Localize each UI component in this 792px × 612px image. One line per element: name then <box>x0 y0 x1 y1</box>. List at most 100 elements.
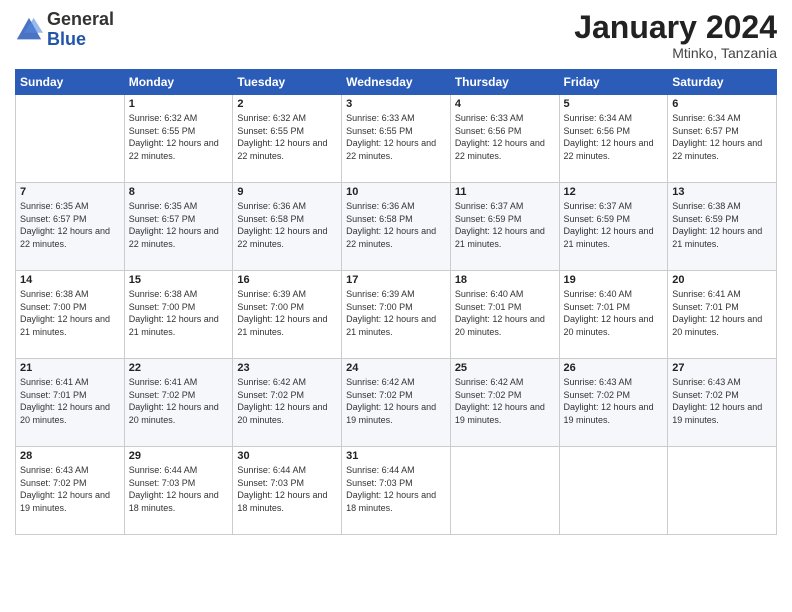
calendar-cell: 14 Sunrise: 6:38 AM Sunset: 7:00 PM Dayli… <box>16 271 125 359</box>
calendar-cell: 25 Sunrise: 6:42 AM Sunset: 7:02 PM Dayli… <box>450 359 559 447</box>
calendar-cell <box>559 447 668 535</box>
cell-content: Sunrise: 6:42 AM Sunset: 7:02 PM Dayligh… <box>346 376 446 426</box>
calendar-cell: 23Sunrise: 6:42 AM Sunset: 7:02 PM Dayli… <box>233 359 342 447</box>
logo-icon <box>15 16 43 44</box>
calendar-cell: 20Sunrise: 6:41 AM Sunset: 7:01 PM Dayli… <box>668 271 777 359</box>
calendar-week-4: 21 Sunrise: 6:41 AM Sunset: 7:01 PM Dayli… <box>16 359 777 447</box>
month-title: January 2024 <box>574 10 777 45</box>
day-number: 22 <box>129 362 229 374</box>
cell-content: Sunrise: 6:34 AM Sunset: 6:57 PM Dayligh… <box>672 112 772 162</box>
cell-content: Sunrise: 6:39 AM Sunset: 7:00 PM Dayligh… <box>346 288 446 338</box>
day-number: 11 <box>455 186 555 198</box>
day-number: 23 <box>237 362 337 374</box>
cell-content: Sunrise: 6:36 AM Sunset: 6:58 PM Dayligh… <box>237 200 337 250</box>
calendar-cell: 28Sunrise: 6:43 AM Sunset: 7:02 PM Dayli… <box>16 447 125 535</box>
cell-content: Sunrise: 6:41 AM Sunset: 7:01 PM Dayligh… <box>20 376 120 426</box>
day-number: 1 <box>129 98 229 110</box>
logo-general: General <box>47 9 114 29</box>
cell-content: Sunrise: 6:37 AM Sunset: 6:59 PM Dayligh… <box>455 200 555 250</box>
day-number: 4 <box>455 98 555 110</box>
day-number: 8 <box>129 186 229 198</box>
day-number: 25 <box>455 362 555 374</box>
cell-content: Sunrise: 6:34 AM Sunset: 6:56 PM Dayligh… <box>564 112 664 162</box>
calendar-week-5: 28Sunrise: 6:43 AM Sunset: 7:02 PM Dayli… <box>16 447 777 535</box>
logo-text: General Blue <box>47 10 114 50</box>
calendar-cell: 4Sunrise: 6:33 AM Sunset: 6:56 PM Daylig… <box>450 95 559 183</box>
cell-content: Sunrise: 6:36 AM Sunset: 6:58 PM Dayligh… <box>346 200 446 250</box>
cell-content: Sunrise: 6:43 AM Sunset: 7:02 PM Dayligh… <box>672 376 772 426</box>
calendar-cell: 6 Sunrise: 6:34 AM Sunset: 6:57 PM Daylig… <box>668 95 777 183</box>
cell-content: Sunrise: 6:35 AM Sunset: 6:57 PM Dayligh… <box>129 200 229 250</box>
day-number: 15 <box>129 274 229 286</box>
day-number: 21 <box>20 362 120 374</box>
day-number: 17 <box>346 274 446 286</box>
calendar-cell: 17 Sunrise: 6:39 AM Sunset: 7:00 PM Dayli… <box>342 271 451 359</box>
title-block: January 2024 Mtinko, Tanzania <box>574 10 777 61</box>
calendar-cell: 15 Sunrise: 6:38 AM Sunset: 7:00 PM Dayli… <box>124 271 233 359</box>
cell-content: Sunrise: 6:39 AM Sunset: 7:00 PM Dayligh… <box>237 288 337 338</box>
calendar-cell: 19Sunrise: 6:40 AM Sunset: 7:01 PM Dayli… <box>559 271 668 359</box>
calendar-cell: 5 Sunrise: 6:34 AM Sunset: 6:56 PM Daylig… <box>559 95 668 183</box>
cell-content: Sunrise: 6:44 AM Sunset: 7:03 PM Dayligh… <box>346 464 446 514</box>
calendar-cell: 9 Sunrise: 6:36 AM Sunset: 6:58 PM Daylig… <box>233 183 342 271</box>
day-number: 19 <box>564 274 664 286</box>
day-number: 16 <box>237 274 337 286</box>
cell-content: Sunrise: 6:35 AM Sunset: 6:57 PM Dayligh… <box>20 200 120 250</box>
day-number: 6 <box>672 98 772 110</box>
cell-content: Sunrise: 6:42 AM Sunset: 7:02 PM Dayligh… <box>455 376 555 426</box>
calendar-week-2: 7 Sunrise: 6:35 AM Sunset: 6:57 PM Daylig… <box>16 183 777 271</box>
day-number: 27 <box>672 362 772 374</box>
calendar-cell: 10 Sunrise: 6:36 AM Sunset: 6:58 PM Dayli… <box>342 183 451 271</box>
calendar-cell: 22 Sunrise: 6:41 AM Sunset: 7:02 PM Dayli… <box>124 359 233 447</box>
calendar-cell: 21 Sunrise: 6:41 AM Sunset: 7:01 PM Dayli… <box>16 359 125 447</box>
cell-content: Sunrise: 6:43 AM Sunset: 7:02 PM Dayligh… <box>564 376 664 426</box>
header-tuesday: Tuesday <box>233 70 342 95</box>
cell-content: Sunrise: 6:41 AM Sunset: 7:02 PM Dayligh… <box>129 376 229 426</box>
day-number: 10 <box>346 186 446 198</box>
logo: General Blue <box>15 10 114 50</box>
day-number: 30 <box>237 450 337 462</box>
calendar-cell: 18Sunrise: 6:40 AM Sunset: 7:01 PM Dayli… <box>450 271 559 359</box>
day-number: 20 <box>672 274 772 286</box>
cell-content: Sunrise: 6:38 AM Sunset: 7:00 PM Dayligh… <box>20 288 120 338</box>
weekday-header-row: Sunday Monday Tuesday Wednesday Thursday… <box>16 70 777 95</box>
calendar-cell: 29 Sunrise: 6:44 AM Sunset: 7:03 PM Dayli… <box>124 447 233 535</box>
day-number: 13 <box>672 186 772 198</box>
header-saturday: Saturday <box>668 70 777 95</box>
calendar-cell: 1 Sunrise: 6:32 AM Sunset: 6:55 PM Daylig… <box>124 95 233 183</box>
day-number: 24 <box>346 362 446 374</box>
calendar-cell: 13 Sunrise: 6:38 AM Sunset: 6:59 PM Dayli… <box>668 183 777 271</box>
day-number: 5 <box>564 98 664 110</box>
day-number: 9 <box>237 186 337 198</box>
header-monday: Monday <box>124 70 233 95</box>
calendar-cell: 7 Sunrise: 6:35 AM Sunset: 6:57 PM Daylig… <box>16 183 125 271</box>
calendar-cell <box>16 95 125 183</box>
calendar-cell: 12Sunrise: 6:37 AM Sunset: 6:59 PM Dayli… <box>559 183 668 271</box>
calendar-cell: 24 Sunrise: 6:42 AM Sunset: 7:02 PM Dayli… <box>342 359 451 447</box>
day-number: 7 <box>20 186 120 198</box>
day-number: 3 <box>346 98 446 110</box>
calendar-week-1: 1 Sunrise: 6:32 AM Sunset: 6:55 PM Daylig… <box>16 95 777 183</box>
calendar-cell: 31Sunrise: 6:44 AM Sunset: 7:03 PM Dayli… <box>342 447 451 535</box>
calendar-cell: 2Sunrise: 6:32 AM Sunset: 6:55 PM Daylig… <box>233 95 342 183</box>
cell-content: Sunrise: 6:33 AM Sunset: 6:55 PM Dayligh… <box>346 112 446 162</box>
day-number: 12 <box>564 186 664 198</box>
day-number: 29 <box>129 450 229 462</box>
day-number: 14 <box>20 274 120 286</box>
cell-content: Sunrise: 6:38 AM Sunset: 6:59 PM Dayligh… <box>672 200 772 250</box>
header-friday: Friday <box>559 70 668 95</box>
day-number: 18 <box>455 274 555 286</box>
calendar-cell: 16 Sunrise: 6:39 AM Sunset: 7:00 PM Dayli… <box>233 271 342 359</box>
calendar: Sunday Monday Tuesday Wednesday Thursday… <box>15 69 777 535</box>
cell-content: Sunrise: 6:32 AM Sunset: 6:55 PM Dayligh… <box>129 112 229 162</box>
header-thursday: Thursday <box>450 70 559 95</box>
location: Mtinko, Tanzania <box>574 45 777 61</box>
cell-content: Sunrise: 6:32 AM Sunset: 6:55 PM Dayligh… <box>237 112 337 162</box>
cell-content: Sunrise: 6:38 AM Sunset: 7:00 PM Dayligh… <box>129 288 229 338</box>
calendar-cell: 3 Sunrise: 6:33 AM Sunset: 6:55 PM Daylig… <box>342 95 451 183</box>
calendar-cell: 30Sunrise: 6:44 AM Sunset: 7:03 PM Dayli… <box>233 447 342 535</box>
calendar-cell: 27 Sunrise: 6:43 AM Sunset: 7:02 PM Dayli… <box>668 359 777 447</box>
cell-content: Sunrise: 6:44 AM Sunset: 7:03 PM Dayligh… <box>129 464 229 514</box>
calendar-cell: 8 Sunrise: 6:35 AM Sunset: 6:57 PM Daylig… <box>124 183 233 271</box>
calendar-cell <box>450 447 559 535</box>
